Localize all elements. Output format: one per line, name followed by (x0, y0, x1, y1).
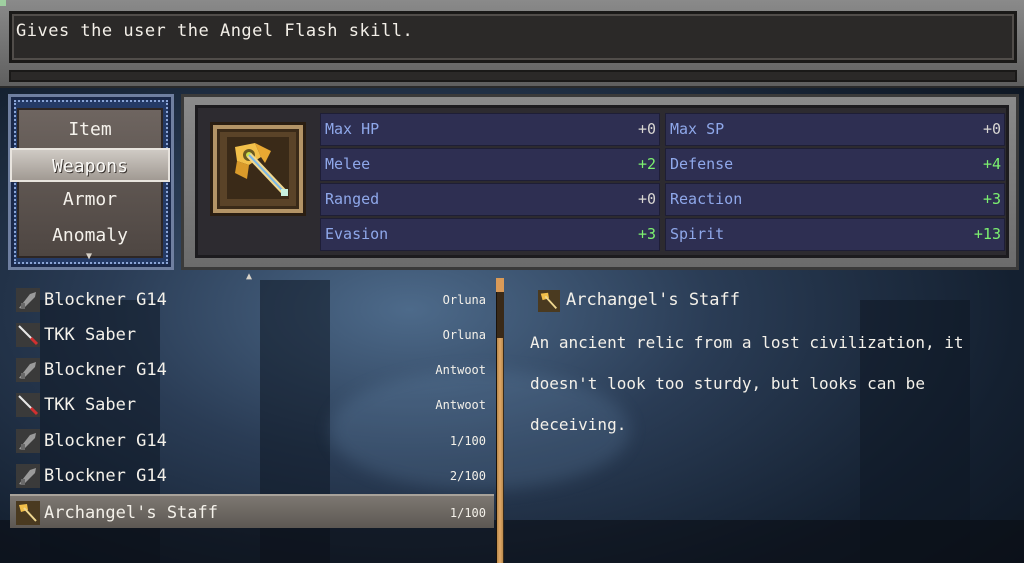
list-scrollbar-thumb[interactable] (497, 338, 503, 563)
category-weapons[interactable]: Weapons (10, 148, 170, 182)
item-name: TKK Saber (44, 325, 137, 345)
stat-value: +0 (982, 120, 1001, 138)
stat-value: +13 (973, 225, 1001, 243)
list-item[interactable]: Blockner G14 Orluna (10, 283, 494, 317)
item-name: Blockner G14 (44, 466, 167, 486)
item-name: Blockner G14 (44, 360, 167, 380)
gun-icon (16, 429, 40, 453)
item-name: TKK Saber (44, 395, 137, 415)
saber-icon (16, 323, 40, 347)
item-owner: 2/100 (449, 469, 486, 483)
list-item[interactable]: Blockner G14 1/100 (10, 424, 494, 458)
stat-value: +2 (637, 155, 656, 173)
list-item[interactable]: Blockner G14 Antwoot (10, 353, 494, 387)
item-portrait (210, 122, 306, 216)
item-owner: Orluna (442, 293, 486, 307)
stat-value: +0 (637, 190, 656, 208)
description-rail (9, 70, 1017, 82)
detail-item-description: An ancient relic from a lost civilizatio… (530, 333, 964, 434)
stat-label: Reaction (670, 190, 743, 208)
item-name: Blockner G14 (44, 290, 167, 310)
stat-label: Max SP (670, 120, 725, 138)
corner-indicator (0, 0, 6, 6)
stat-label: Melee (325, 155, 371, 173)
stat-value: +3 (637, 225, 656, 243)
item-name: Blockner G14 (44, 431, 167, 451)
stat-value: +4 (982, 155, 1001, 173)
gun-icon (16, 464, 40, 488)
item-name: Archangel's Staff (44, 503, 218, 523)
stat-label: Spirit (670, 225, 725, 243)
stat-value: +0 (637, 120, 656, 138)
category-anomaly[interactable]: Anomaly (17, 219, 163, 253)
stat-label: Ranged (325, 190, 380, 208)
stat-label: Max HP (325, 120, 380, 138)
category-item[interactable]: Item (17, 113, 163, 147)
item-description: Gives the user the Angel Flash skill. (16, 21, 414, 41)
stat-value: +3 (982, 190, 1001, 208)
list-item[interactable]: TKK Saber Antwoot (10, 388, 494, 422)
category-armor[interactable]: Armor (17, 183, 163, 217)
list-item-selected[interactable]: Archangel's Staff 1/100 (10, 494, 494, 528)
staff-icon (16, 501, 40, 525)
list-item[interactable]: TKK Saber Orluna (10, 318, 494, 352)
item-owner: 1/100 (449, 506, 486, 520)
staff-icon (538, 290, 560, 312)
stat-label: Defense (670, 155, 734, 173)
gun-icon (16, 288, 40, 312)
description-frame (0, 0, 1024, 88)
detail-item-name: Archangel's Staff (566, 290, 740, 310)
item-owner: Antwoot (435, 398, 486, 412)
scroll-up-arrow-icon[interactable]: ▲ (246, 271, 252, 282)
stat-label: Evasion (325, 225, 389, 243)
item-owner: Antwoot (435, 363, 486, 377)
scroll-down-arrow-icon[interactable]: ▼ (86, 251, 92, 262)
list-scrollbar-cap (496, 278, 504, 292)
list-item[interactable]: Blockner G14 2/100 (10, 459, 494, 493)
item-owner: 1/100 (449, 434, 486, 448)
archangel-staff-icon (227, 137, 289, 199)
saber-icon (16, 393, 40, 417)
item-owner: Orluna (442, 328, 486, 342)
gun-icon (16, 358, 40, 382)
